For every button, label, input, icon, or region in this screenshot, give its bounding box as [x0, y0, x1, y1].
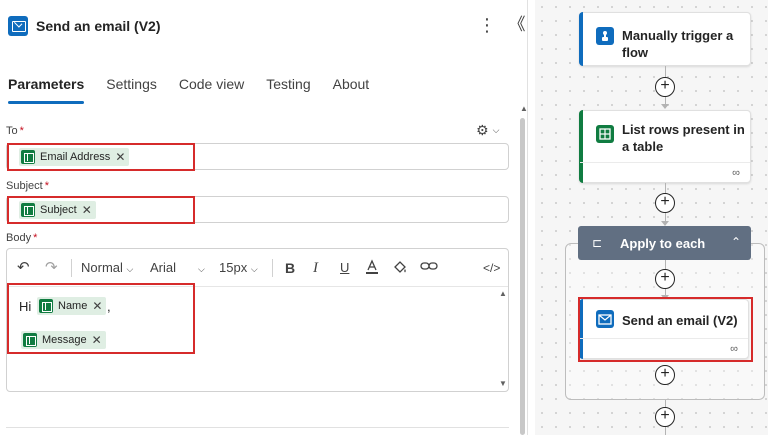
- add-step-button[interactable]: +: [655, 77, 675, 97]
- rich-text-toolbar: ↶ ↷ Normal ⌵ Arial ⌵ 15px ⌵ B I U </>: [7, 249, 508, 287]
- style-value: Normal: [81, 260, 123, 275]
- excel-icon: [23, 333, 37, 347]
- excel-icon: [21, 203, 35, 217]
- trigger-card[interactable]: Manually trigger a flow: [579, 12, 751, 66]
- message-token[interactable]: Message ✕: [21, 331, 106, 349]
- panel-tabs: Parameters Settings Code view Testing Ab…: [8, 76, 369, 104]
- add-step-button[interactable]: +: [655, 269, 675, 289]
- chevron-down-icon: ⌵: [198, 264, 205, 274]
- subject-token[interactable]: Subject ✕: [19, 201, 96, 219]
- flow-canvas: Manually trigger a flow + List rows pres…: [535, 0, 768, 435]
- token-label: Email Address: [40, 151, 111, 163]
- font-size-dropdown[interactable]: 15px ⌵: [219, 259, 258, 277]
- required-marker: *: [19, 125, 24, 137]
- toolbar-divider: [272, 259, 273, 277]
- greeting-text: Hi: [19, 299, 32, 314]
- more-options-icon[interactable]: ⋮: [478, 14, 496, 36]
- comma-text: ,: [107, 299, 111, 314]
- code-view-button[interactable]: </>: [483, 259, 500, 277]
- undo-icon[interactable]: ↶: [17, 259, 30, 277]
- chevron-down-icon: ⌵: [126, 264, 134, 274]
- required-marker: *: [33, 232, 38, 244]
- scrollbar-thumb[interactable]: [520, 118, 525, 435]
- size-value: 15px: [219, 260, 248, 275]
- redo-icon[interactable]: ↷: [45, 259, 58, 277]
- apply-to-each-title: Apply to each: [620, 236, 706, 251]
- token-label: Name: [58, 300, 88, 312]
- remove-token-icon[interactable]: ✕: [115, 150, 125, 164]
- font-family-dropdown[interactable]: Arial ⌵: [150, 259, 205, 277]
- chevron-down-icon: ⌵: [492, 124, 500, 135]
- outlook-icon: [8, 16, 28, 36]
- font-color-icon[interactable]: [365, 259, 379, 277]
- editor-scroll-up-icon[interactable]: ▲: [499, 289, 507, 298]
- remove-token-icon[interactable]: ✕: [92, 333, 102, 347]
- font-value: Arial: [150, 260, 177, 275]
- send-email-title: Send an email (V2): [622, 313, 738, 328]
- body-editor-content[interactable]: Hi Name ✕ , Message ✕: [7, 287, 497, 391]
- chevron-down-icon: ⌵: [250, 264, 258, 274]
- add-step-button[interactable]: +: [655, 193, 675, 213]
- italic-button[interactable]: I: [313, 259, 318, 277]
- bold-button[interactable]: B: [285, 259, 295, 277]
- editor-scroll-down-icon[interactable]: ▼: [499, 379, 507, 388]
- link-icon[interactable]: [420, 259, 438, 277]
- manual-trigger-icon: [596, 27, 614, 45]
- token-label: Subject: [40, 204, 77, 216]
- body-label-text: Body: [6, 232, 32, 244]
- loop-icon: ⊏: [592, 236, 603, 250]
- gear-icon: ⚙: [476, 122, 489, 138]
- add-step-button[interactable]: +: [655, 365, 675, 385]
- tab-testing[interactable]: Testing: [266, 76, 310, 102]
- body-label: Body *: [6, 232, 37, 244]
- action-details-panel: Send an email (V2) ⋮ 《 Parameters Settin…: [0, 0, 528, 435]
- to-label-text: To: [6, 125, 18, 137]
- apply-to-each-header[interactable]: ⊏ Apply to each ⌃: [578, 226, 751, 260]
- list-rows-card[interactable]: List rows present in a table ∞: [579, 110, 751, 183]
- tab-parameters[interactable]: Parameters: [8, 76, 85, 104]
- body-editor: ↶ ↷ Normal ⌵ Arial ⌵ 15px ⌵ B I U </> Hi …: [6, 248, 509, 392]
- tab-about[interactable]: About: [333, 76, 370, 102]
- underline-button[interactable]: U: [340, 259, 349, 277]
- remove-token-icon[interactable]: ✕: [82, 203, 92, 217]
- link-icon[interactable]: ∞: [730, 343, 738, 355]
- required-marker: *: [44, 180, 49, 192]
- token-label: Message: [42, 334, 87, 346]
- add-step-button[interactable]: +: [655, 407, 675, 427]
- excel-icon: [596, 125, 614, 143]
- subject-label-text: Subject: [6, 180, 43, 192]
- paragraph-style-dropdown[interactable]: Normal ⌵: [81, 259, 133, 277]
- to-label: To *: [6, 125, 24, 137]
- trigger-title: Manually trigger a flow: [622, 28, 734, 60]
- to-field[interactable]: Email Address ✕: [6, 143, 509, 170]
- link-icon[interactable]: ∞: [732, 167, 740, 179]
- subject-field[interactable]: Subject ✕: [6, 196, 509, 223]
- connector-arrow: [661, 104, 669, 109]
- excel-icon: [21, 150, 35, 164]
- collapse-panel-icon[interactable]: 《: [508, 14, 526, 36]
- name-token[interactable]: Name ✕: [37, 297, 107, 315]
- panel-header: Send an email (V2) ⋮ 《: [0, 0, 528, 52]
- send-email-card[interactable]: Send an email (V2) ∞: [579, 299, 749, 359]
- list-rows-title: List rows present in a table: [622, 122, 745, 154]
- tab-code-view[interactable]: Code view: [179, 76, 244, 102]
- chevron-up-icon[interactable]: ⌃: [731, 235, 741, 249]
- email-address-token[interactable]: Email Address ✕: [19, 148, 130, 166]
- subject-label: Subject *: [6, 180, 49, 192]
- outlook-icon: [596, 310, 614, 328]
- excel-icon: [39, 299, 53, 313]
- remove-token-icon[interactable]: ✕: [92, 299, 102, 313]
- divider: [6, 427, 509, 428]
- panel-title: Send an email (V2): [36, 18, 161, 34]
- toolbar-divider: [71, 259, 72, 277]
- scroll-up-icon[interactable]: ▲: [520, 104, 528, 113]
- tab-settings[interactable]: Settings: [106, 76, 157, 102]
- card-footer: ∞: [580, 338, 748, 358]
- card-accent: [579, 12, 583, 66]
- panel-scrollbar[interactable]: ▲: [518, 104, 528, 435]
- card-footer: ∞: [580, 162, 750, 182]
- highlight-color-icon[interactable]: [392, 259, 408, 277]
- advanced-parameters-button[interactable]: ⚙ ⌵: [476, 121, 499, 139]
